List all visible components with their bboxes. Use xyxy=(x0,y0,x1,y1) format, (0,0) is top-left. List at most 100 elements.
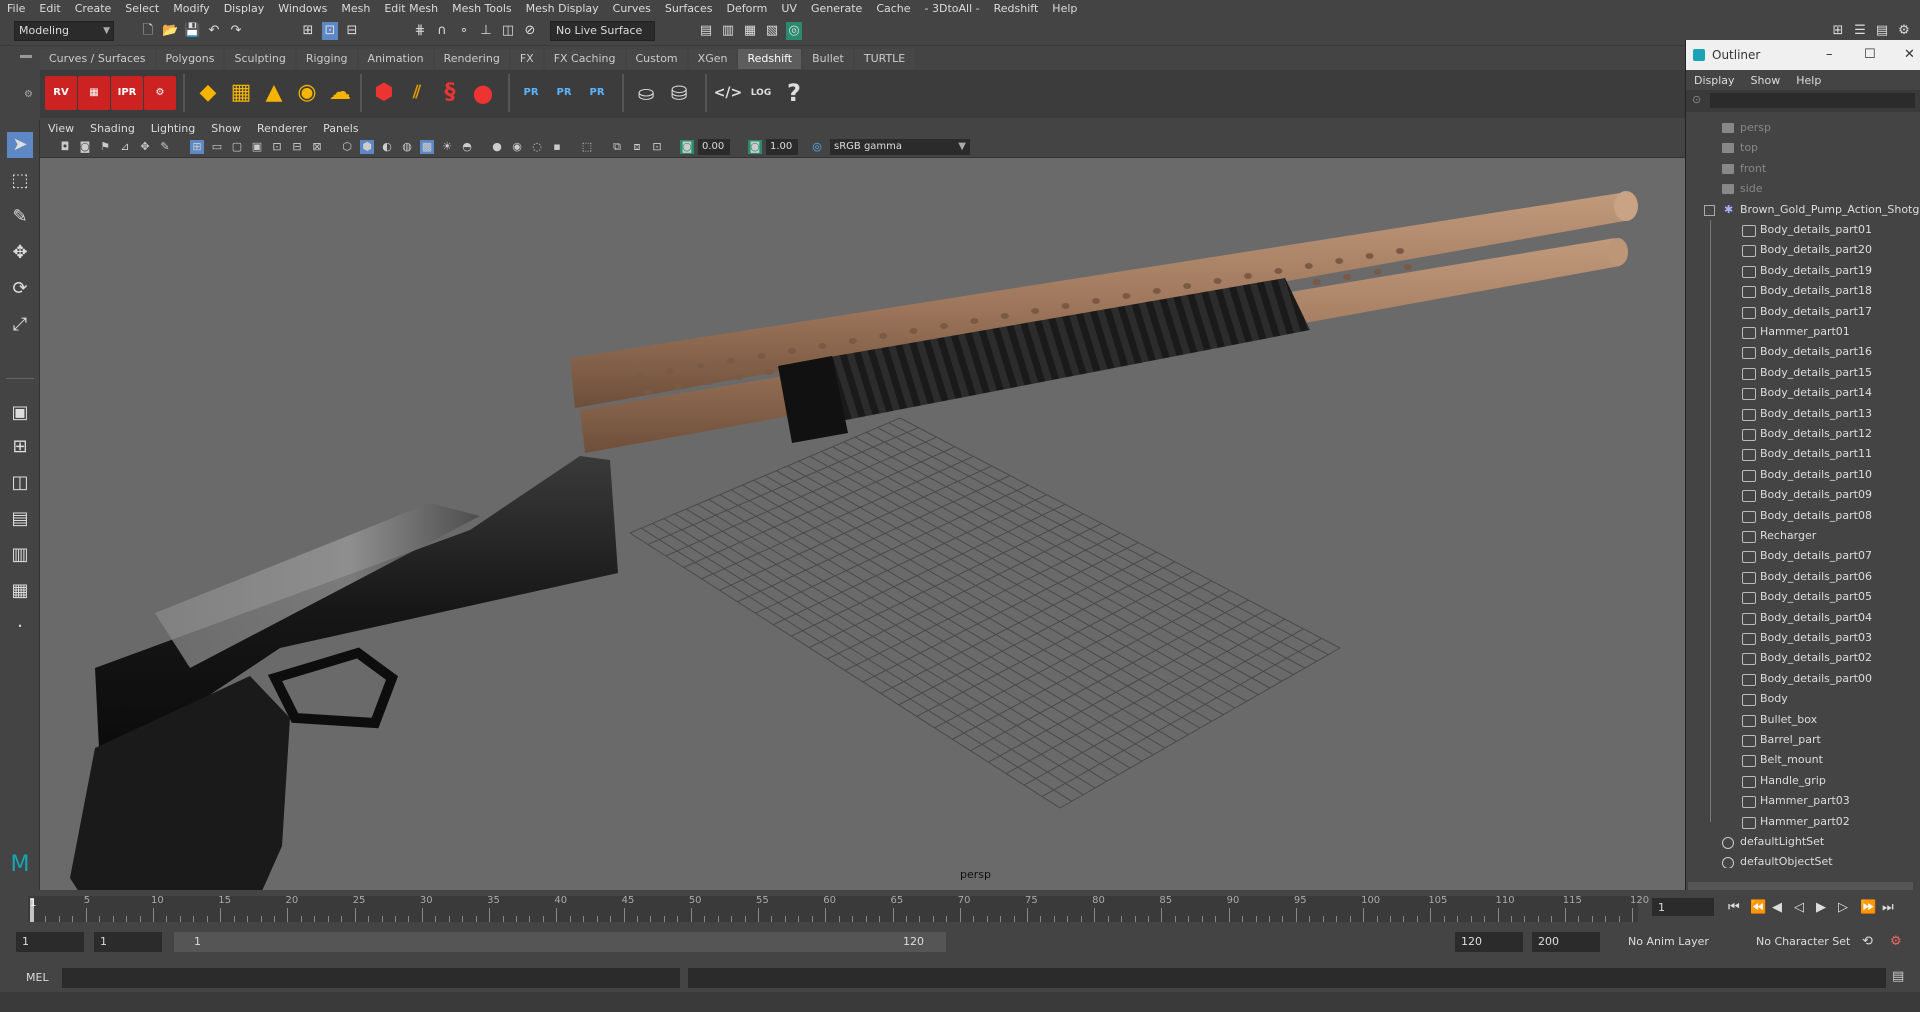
play-forward-icon[interactable]: ▶ xyxy=(1816,900,1826,915)
hair-icon[interactable]: ⫽ xyxy=(401,76,433,110)
camera-attr-icon[interactable]: ◙ xyxy=(78,140,92,154)
two-d-pan-icon[interactable]: ✥ xyxy=(138,140,152,154)
autokey-icon[interactable]: ⟲ xyxy=(1862,934,1873,949)
depth-of-field-icon[interactable]: ▪ xyxy=(550,140,564,154)
outliner-item-body_details_part02[interactable]: Body_details_part02 xyxy=(1686,648,1920,668)
snap-curve-icon[interactable]: ∩ xyxy=(434,22,450,40)
goto-end-icon[interactable]: ⏭ xyxy=(1882,900,1894,915)
camera-select-icon[interactable]: ◘ xyxy=(58,140,72,154)
minimize-icon[interactable]: – xyxy=(1826,40,1833,70)
outliner-scrollbar[interactable] xyxy=(1688,882,1913,890)
redshift-render-view-icon[interactable]: RV xyxy=(45,76,77,110)
shelf-tab-bullet[interactable]: Bullet xyxy=(803,49,853,69)
outliner-item-body_details_part06[interactable]: Body_details_part06 xyxy=(1686,567,1920,587)
spot-light-icon[interactable]: ▲ xyxy=(258,76,290,110)
outliner-item-body_details_part12[interactable]: Body_details_part12 xyxy=(1686,424,1920,444)
range-slider[interactable]: 1 120 xyxy=(174,932,946,952)
two-pane-icon[interactable]: ◫ xyxy=(7,470,33,496)
open-scene-icon[interactable]: 📂 xyxy=(162,22,178,40)
menu--3dtoall-[interactable]: - 3DtoAll - xyxy=(918,0,987,17)
code-editor-icon[interactable]: </> xyxy=(712,76,744,110)
channel-box-icon[interactable]: ☰ xyxy=(1852,22,1868,40)
menu-mesh-tools[interactable]: Mesh Tools xyxy=(445,0,519,17)
snap-point-icon[interactable]: ∘ xyxy=(456,22,472,40)
outliner-item-defaultlightset[interactable]: defaultLightSet xyxy=(1686,832,1920,852)
redshift-settings-icon[interactable]: ⚙ xyxy=(144,76,176,110)
menu-modify[interactable]: Modify xyxy=(166,0,216,17)
shelf-tab-animation[interactable]: Animation xyxy=(358,49,433,69)
outliner-item-body_details_part04[interactable]: Body_details_part04 xyxy=(1686,608,1920,628)
grid-toggle-icon[interactable]: ⊞ xyxy=(190,140,204,154)
attribute-editor-icon[interactable]: ▤ xyxy=(1874,22,1890,40)
menu-redshift[interactable]: Redshift xyxy=(987,0,1046,17)
help-icon[interactable]: ? xyxy=(778,76,810,110)
outliner-item-body_details_part08[interactable]: Body_details_part08 xyxy=(1686,506,1920,526)
snap-pivot-icon[interactable]: ⊘ xyxy=(522,22,538,40)
viewport-menu-renderer[interactable]: Renderer xyxy=(249,122,315,135)
shotgun-model[interactable] xyxy=(70,191,1638,890)
outliner-item-body_details_part18[interactable]: Body_details_part18 xyxy=(1686,281,1920,301)
menu-mesh-display[interactable]: Mesh Display xyxy=(519,0,606,17)
menu-deform[interactable]: Deform xyxy=(719,0,774,17)
gamma-icon[interactable]: ◙ xyxy=(748,140,762,154)
scene-canvas[interactable] xyxy=(40,158,1685,890)
outliner-item-body_details_part11[interactable]: Body_details_part11 xyxy=(1686,444,1920,464)
new-scene-icon[interactable]: 🗋 xyxy=(140,22,156,40)
pr-export-icon[interactable]: PR xyxy=(515,76,547,110)
gamma-field[interactable]: 1.00 xyxy=(766,139,798,155)
shelf-tab-xgen[interactable]: XGen xyxy=(688,49,737,69)
exposure-icon[interactable]: ◙ xyxy=(680,140,694,154)
select-object-icon[interactable]: ⊡ xyxy=(322,22,338,40)
outliner-item-defaultobjectset[interactable]: defaultObjectSet xyxy=(1686,852,1920,868)
collapse-icon[interactable] xyxy=(1704,204,1715,216)
select-hierarchy-icon[interactable]: ⊞ xyxy=(300,22,316,40)
image-plane-icon[interactable]: ⊿ xyxy=(118,140,132,154)
menu-cache[interactable]: Cache xyxy=(869,0,917,17)
bookmark-icon[interactable]: ⚑ xyxy=(98,140,112,154)
default-material-icon[interactable]: ◐ xyxy=(380,140,394,154)
grease-pencil-icon[interactable]: ✎ xyxy=(158,140,172,154)
exposure-field[interactable]: 0.00 xyxy=(698,139,730,155)
safe-title-icon[interactable]: ⊠ xyxy=(310,140,324,154)
step-back-key-icon[interactable]: ⏪ xyxy=(1750,900,1766,915)
menu-edit[interactable]: Edit xyxy=(32,0,67,17)
render-settings-icon[interactable]: ▧ xyxy=(764,22,780,40)
close-icon[interactable]: ✕ xyxy=(1904,40,1915,70)
graph-layout-icon[interactable]: ▥ xyxy=(7,542,33,568)
portal-light-icon[interactable]: ▦ xyxy=(225,76,257,110)
shelf-tab-rigging[interactable]: Rigging xyxy=(296,49,357,69)
step-back-frame-icon[interactable]: ◀ xyxy=(1772,900,1782,915)
single-pane-icon[interactable]: ▣ xyxy=(7,400,33,426)
outliner-item-bullet_box[interactable]: Bullet_box xyxy=(1686,710,1920,730)
live-surface-field[interactable]: No Live Surface xyxy=(550,21,655,41)
outliner-item-persp[interactable]: persp xyxy=(1686,118,1920,138)
move-tool-icon[interactable]: ✥ xyxy=(7,240,33,266)
outliner-item-body_details_part09[interactable]: Body_details_part09 xyxy=(1686,485,1920,505)
shelf-tab-custom[interactable]: Custom xyxy=(626,49,687,69)
playback-start-field[interactable]: 1 xyxy=(94,932,162,952)
pr-import-icon[interactable]: PR xyxy=(548,76,580,110)
pr-swap-icon[interactable]: PR xyxy=(581,76,613,110)
gate-mask-icon[interactable]: ▣ xyxy=(250,140,264,154)
shader-icon[interactable]: § xyxy=(434,76,466,110)
outliner-item-hammer_part01[interactable]: Hammer_part01 xyxy=(1686,322,1920,342)
outliner-item-body_details_part16[interactable]: Body_details_part16 xyxy=(1686,342,1920,362)
start-time-field[interactable]: 1 xyxy=(16,932,84,952)
barrel[interactable] xyxy=(570,193,1630,408)
command-input[interactable] xyxy=(62,968,680,988)
use-all-lights-icon[interactable]: ☀ xyxy=(440,140,454,154)
outliner-item-body_details_part01[interactable]: Body_details_part01 xyxy=(1686,220,1920,240)
snap-grid-icon[interactable]: ⋕ xyxy=(412,22,428,40)
outliner-item-body[interactable]: Body xyxy=(1686,689,1920,709)
dome-light-icon[interactable]: ◉ xyxy=(291,76,323,110)
screen-space-ao-icon[interactable]: ● xyxy=(490,140,504,154)
outliner-item-handle_grip[interactable]: Handle_grip xyxy=(1686,771,1920,791)
motion-blur-icon[interactable]: ◉ xyxy=(510,140,524,154)
shelf-tab-fx-caching[interactable]: FX Caching xyxy=(544,49,625,69)
viewport-menu-panels[interactable]: Panels xyxy=(315,122,366,135)
time-slider-track[interactable]: 5 10 15 20 25 30 35 40 45 50 55 60 65 70 75 80 85 90 95 100… xyxy=(28,895,1649,922)
rotate-tool-icon[interactable]: ⟳ xyxy=(7,276,33,302)
outliner-item-body_details_part15[interactable]: Body_details_part15 xyxy=(1686,363,1920,383)
menu-edit-mesh[interactable]: Edit Mesh xyxy=(377,0,445,17)
menu-create[interactable]: Create xyxy=(68,0,119,17)
